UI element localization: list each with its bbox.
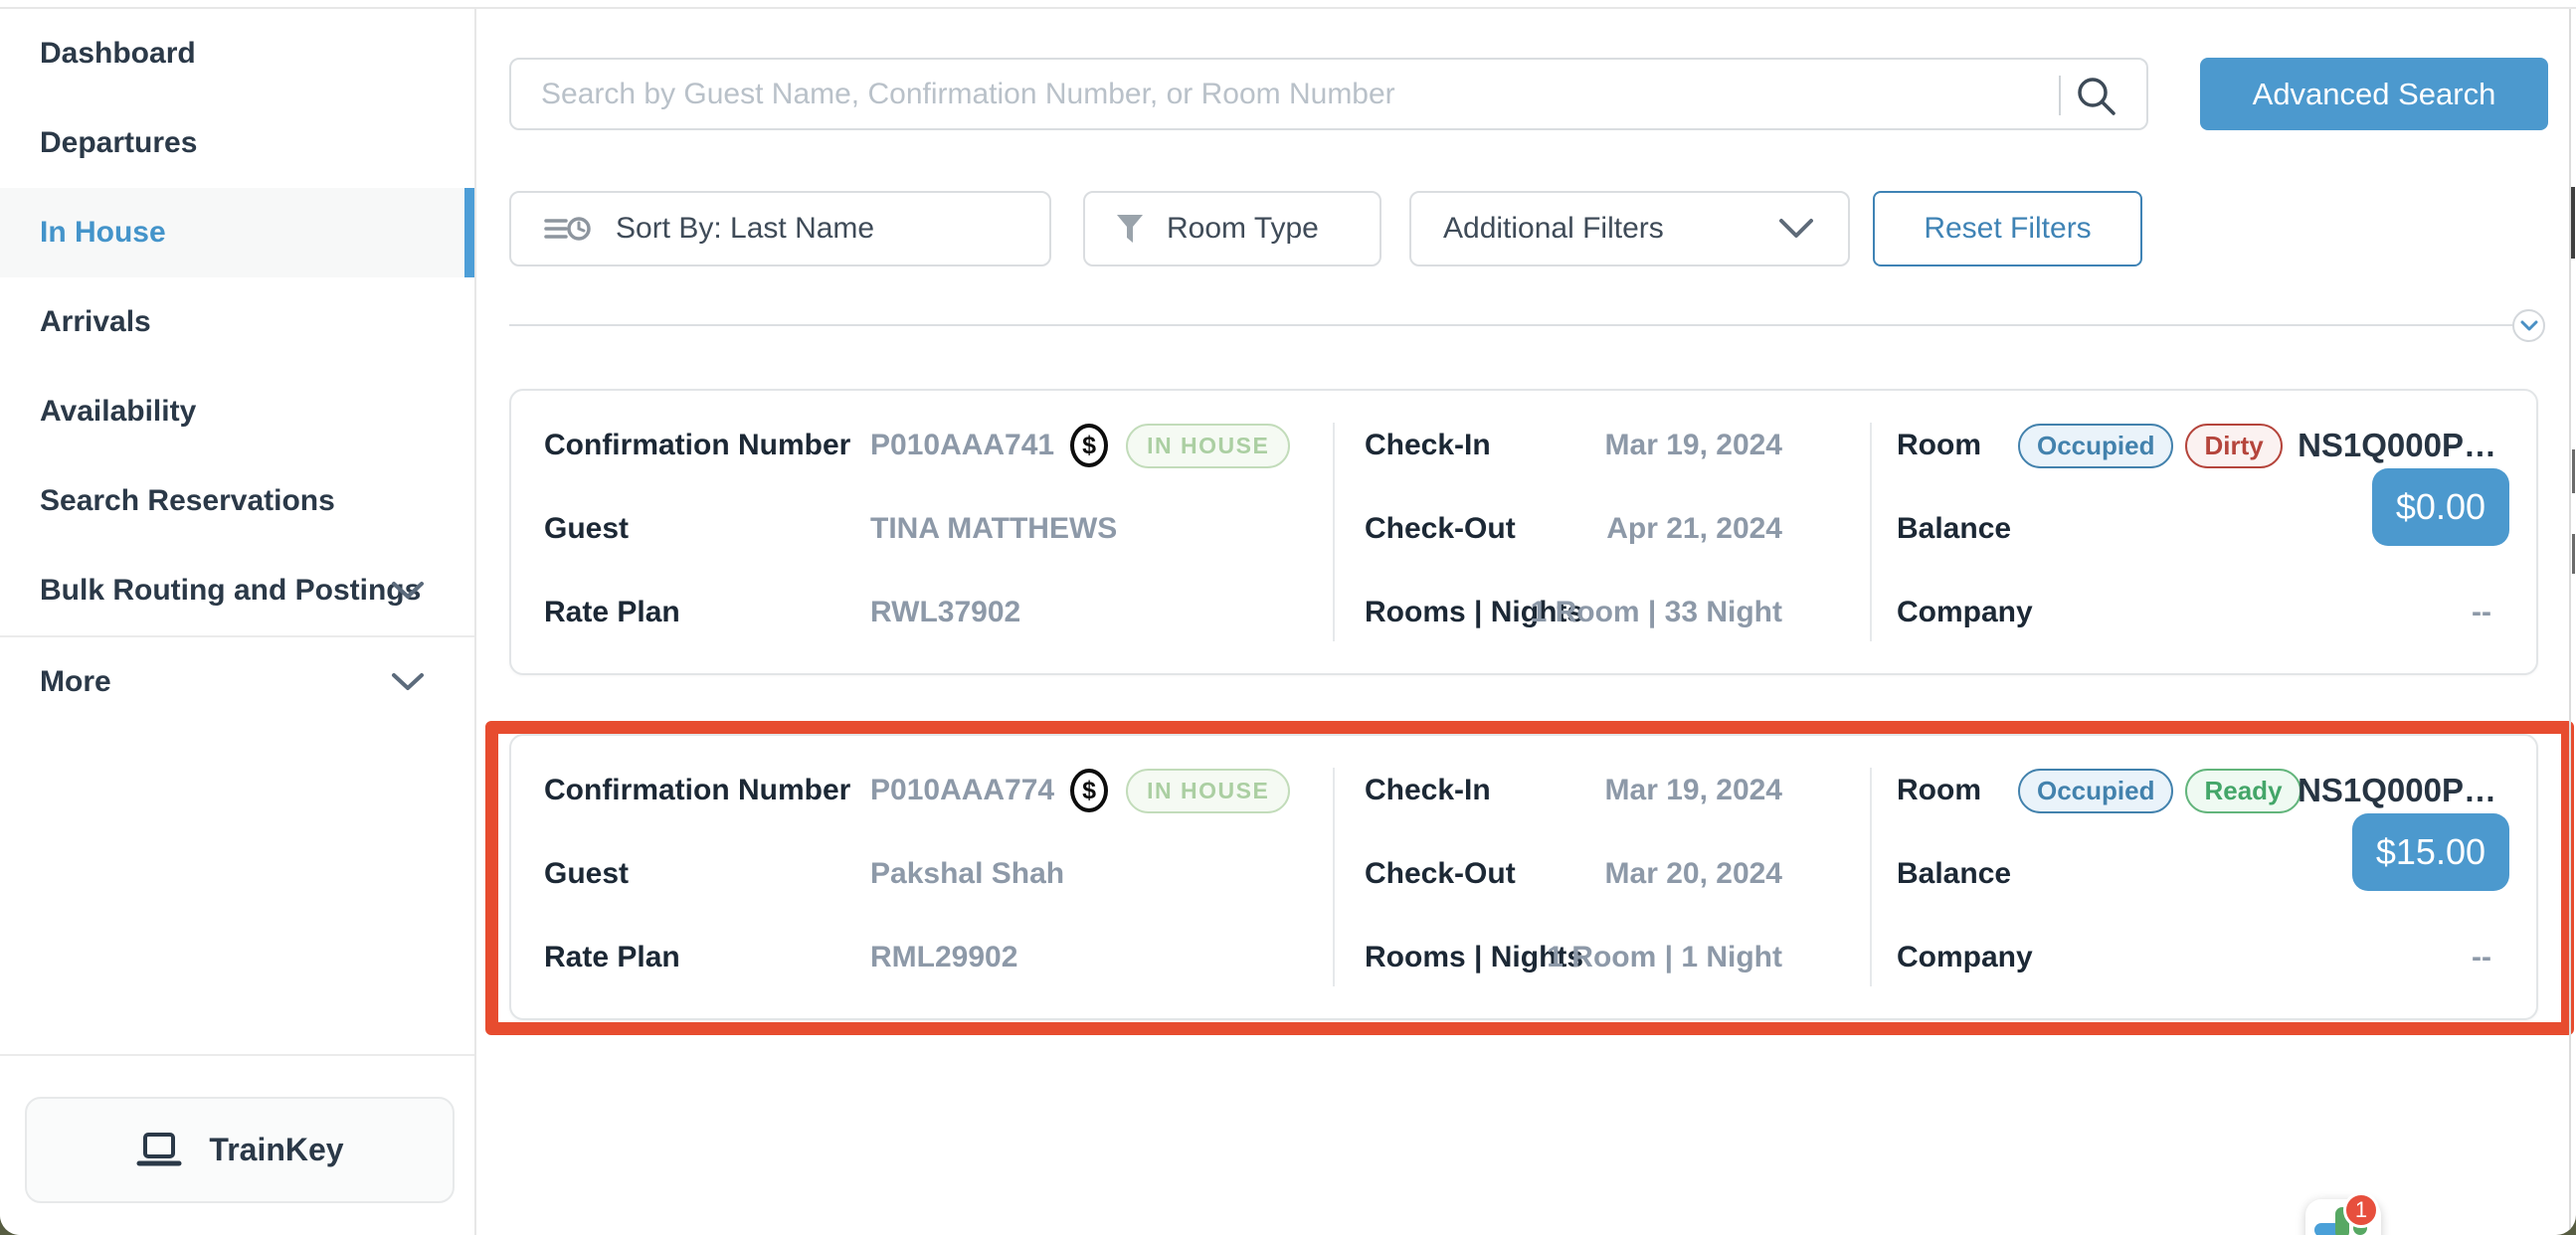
additional-filters-dropdown[interactable]: Additional Filters — [1409, 191, 1850, 266]
room-label: Room — [1897, 774, 1981, 807]
room-number: NS1Q000P… — [2298, 772, 2496, 809]
folio-dollar-icon[interactable]: $ — [1070, 769, 1108, 812]
in-house-badge: IN HOUSE — [1126, 424, 1290, 468]
edge-artifact — [2572, 534, 2575, 574]
laptop-icon — [135, 1131, 183, 1170]
chevron-down-icon — [1778, 218, 1814, 240]
company-value: -- — [2472, 596, 2491, 629]
in-house-badge: IN HOUSE — [1126, 769, 1290, 813]
trainkey-label: TrainKey — [209, 1132, 343, 1168]
search-input[interactable] — [541, 60, 2033, 128]
room-label: Room — [1897, 429, 1981, 462]
sidebar-item-dashboard[interactable]: Dashboard — [0, 9, 474, 98]
scrollbar-fragment — [2571, 187, 2575, 259]
rate-plan-value: RWL37902 — [870, 596, 1020, 629]
check-out-label: Check-Out — [1365, 512, 1516, 546]
notification-badge: 1 — [2343, 1192, 2379, 1228]
sidebar-item-label: In House — [40, 216, 166, 250]
sort-by-label: Sort By: Last Name — [616, 212, 874, 246]
balance-label: Balance — [1897, 857, 2011, 891]
search-separator — [2059, 76, 2061, 115]
search-box — [509, 58, 2148, 130]
sidebar-item-label: Availability — [40, 395, 196, 429]
sidebar-item-arrivals[interactable]: Arrivals — [0, 277, 474, 367]
sidebar-item-bulk-routing[interactable]: Bulk Routing and Postings — [0, 546, 474, 635]
sidebar: Dashboard Departures In House Arrivals A… — [0, 9, 476, 1235]
housekeeping-status-badge: Ready — [2185, 769, 2300, 813]
balance-button[interactable]: $0.00 — [2372, 468, 2509, 546]
company-value: -- — [2472, 941, 2491, 974]
room-type-button[interactable]: Room Type — [1083, 191, 1381, 266]
confirmation-label: Confirmation Number — [544, 774, 850, 807]
check-out-label: Check-Out — [1365, 857, 1516, 891]
sidebar-item-more[interactable]: More — [0, 637, 474, 727]
guest-label: Guest — [544, 512, 629, 546]
rate-plan-value: RML29902 — [870, 941, 1017, 974]
balance-label: Balance — [1897, 512, 2011, 546]
chevron-down-icon — [391, 672, 425, 692]
reservation-card[interactable]: Confirmation Number P010AAA774 $ IN HOUS… — [509, 734, 2538, 1020]
company-label: Company — [1897, 941, 2033, 974]
sidebar-item-label: Search Reservations — [40, 484, 335, 518]
sidebar-item-label: More — [40, 665, 111, 699]
search-icon[interactable] — [2075, 75, 2118, 118]
collapse-toggle[interactable] — [2512, 309, 2545, 342]
sidebar-item-label: Departures — [40, 126, 197, 160]
housekeeping-status-badge: Dirty — [2185, 424, 2282, 468]
sidebar-item-search-reservations[interactable]: Search Reservations — [0, 456, 474, 546]
guest-name: TINA MATTHEWS — [870, 512, 1117, 546]
sort-icon — [544, 213, 592, 245]
room-number: NS1Q000P… — [2298, 427, 2496, 464]
app-window: Dashboard Departures In House Arrivals A… — [0, 0, 2576, 1235]
check-in-label: Check-In — [1365, 774, 1491, 807]
sidebar-item-departures[interactable]: Departures — [0, 98, 474, 188]
chevron-down-icon — [391, 581, 425, 601]
confirmation-label: Confirmation Number — [544, 429, 850, 462]
additional-filters-label: Additional Filters — [1443, 212, 1664, 246]
sidebar-item-label: Bulk Routing and Postings — [40, 574, 421, 608]
edge-artifact — [2572, 449, 2575, 493]
rate-plan-label: Rate Plan — [544, 596, 680, 629]
sidebar-item-availability[interactable]: Availability — [0, 367, 474, 456]
check-in-date: Mar 19, 2024 — [1605, 774, 1782, 807]
room-status-badge: Occupied — [2018, 424, 2173, 468]
company-label: Company — [1897, 596, 2033, 629]
filter-funnel-icon — [1115, 213, 1145, 245]
guest-label: Guest — [544, 857, 629, 891]
check-in-date: Mar 19, 2024 — [1605, 429, 1782, 462]
sidebar-item-label: Dashboard — [40, 37, 196, 71]
results-divider — [509, 324, 2514, 326]
balance-button[interactable]: $15.00 — [2352, 813, 2509, 891]
reset-filters-button[interactable]: Reset Filters — [1873, 191, 2142, 266]
check-out-date: Mar 20, 2024 — [1605, 857, 1782, 891]
room-status-badge: Occupied — [2018, 769, 2173, 813]
sidebar-item-in-house[interactable]: In House — [0, 188, 474, 277]
reservation-card[interactable]: Confirmation Number P010AAA741 $ IN HOUS… — [509, 389, 2538, 675]
trainkey-button[interactable]: TrainKey — [25, 1097, 455, 1203]
confirmation-number: P010AAA774 — [870, 774, 1054, 807]
active-indicator — [464, 188, 474, 277]
guest-name: Pakshal Shah — [870, 857, 1064, 891]
rooms-nights-value: 1 Room | 1 Night — [1547, 941, 1782, 974]
room-type-label: Room Type — [1167, 212, 1319, 246]
sort-by-button[interactable]: Sort By: Last Name — [509, 191, 1051, 266]
advanced-search-button[interactable]: Advanced Search — [2200, 58, 2548, 130]
check-in-label: Check-In — [1365, 429, 1491, 462]
sidebar-footer-divider — [0, 1054, 474, 1056]
rooms-nights-value: 1 Room | 33 Night — [1531, 596, 1782, 629]
check-out-date: Apr 21, 2024 — [1606, 512, 1782, 546]
folio-dollar-icon[interactable]: $ — [1070, 424, 1108, 467]
rate-plan-label: Rate Plan — [544, 941, 680, 974]
sidebar-item-label: Arrivals — [40, 305, 151, 339]
confirmation-number: P010AAA741 — [870, 429, 1054, 462]
